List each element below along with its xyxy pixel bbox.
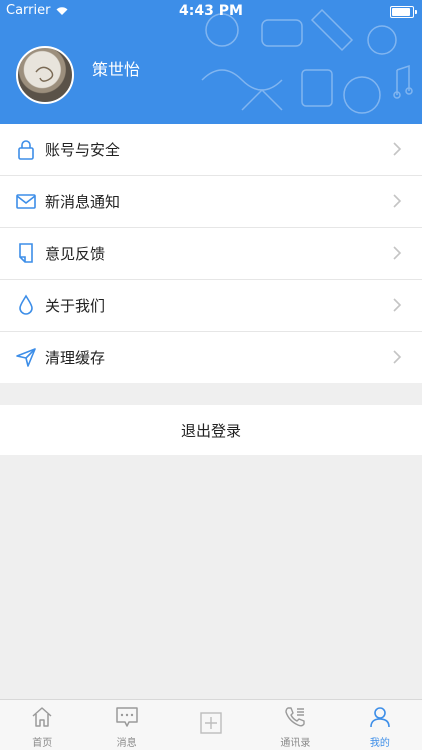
water-drop-icon [19, 294, 33, 315]
add-icon [200, 712, 222, 734]
chevron-right-icon [393, 194, 402, 208]
paper-plane-icon [16, 348, 36, 367]
status-time: 4:43 PM [179, 3, 243, 19]
menu-item-label: 意见反馈 [45, 245, 106, 263]
status-bar: Carrier 4:43 PM [0, 0, 422, 22]
tab-label: 通讯录 [280, 738, 311, 749]
home-icon [32, 707, 52, 727]
tab-messages[interactable]: 消息 [84, 700, 168, 750]
phone-contacts-icon [285, 707, 306, 727]
tab-add[interactable] [169, 700, 253, 750]
tab-label: 消息 [116, 738, 137, 749]
document-icon [19, 243, 33, 263]
settings-menu: 账号与安全 新消息通知 意见反馈 关于我们 清理缓存 [0, 124, 422, 383]
menu-item-label: 新消息通知 [45, 193, 121, 211]
tab-label: 我的 [369, 738, 390, 749]
menu-item-label: 清理缓存 [45, 349, 106, 367]
menu-item-about-us[interactable]: 关于我们 [0, 280, 422, 332]
menu-item-label: 关于我们 [45, 297, 106, 315]
chevron-right-icon [393, 350, 402, 364]
battery-icon [390, 6, 417, 18]
tab-me[interactable]: 我的 [338, 700, 422, 750]
chevron-right-icon [393, 298, 402, 312]
chevron-right-icon [393, 142, 402, 156]
profile-header: Carrier 4:43 PM 策世怡 [0, 0, 422, 124]
tab-home[interactable]: 首页 [0, 700, 84, 750]
mail-icon [16, 194, 36, 209]
chevron-right-icon [393, 246, 402, 260]
tab-label: 首页 [32, 738, 53, 749]
menu-item-feedback[interactable]: 意见反馈 [0, 228, 422, 280]
tab-bar: 首页 消息 通讯录 我的 [0, 699, 422, 750]
lock-icon [18, 140, 34, 160]
user-name[interactable]: 策世怡 [92, 56, 140, 80]
tab-contacts[interactable]: 通讯录 [253, 700, 337, 750]
person-icon [370, 707, 390, 728]
latte-art-icon [35, 66, 54, 82]
menu-item-account-security[interactable]: 账号与安全 [0, 124, 422, 176]
logout-button[interactable]: 退出登录 [0, 405, 422, 455]
battery-fill [392, 8, 410, 16]
menu-item-new-message-notification[interactable]: 新消息通知 [0, 176, 422, 228]
message-icon [115, 707, 138, 727]
avatar[interactable] [16, 46, 74, 104]
menu-item-clear-cache[interactable]: 清理缓存 [0, 332, 422, 383]
menu-item-label: 账号与安全 [45, 141, 121, 159]
